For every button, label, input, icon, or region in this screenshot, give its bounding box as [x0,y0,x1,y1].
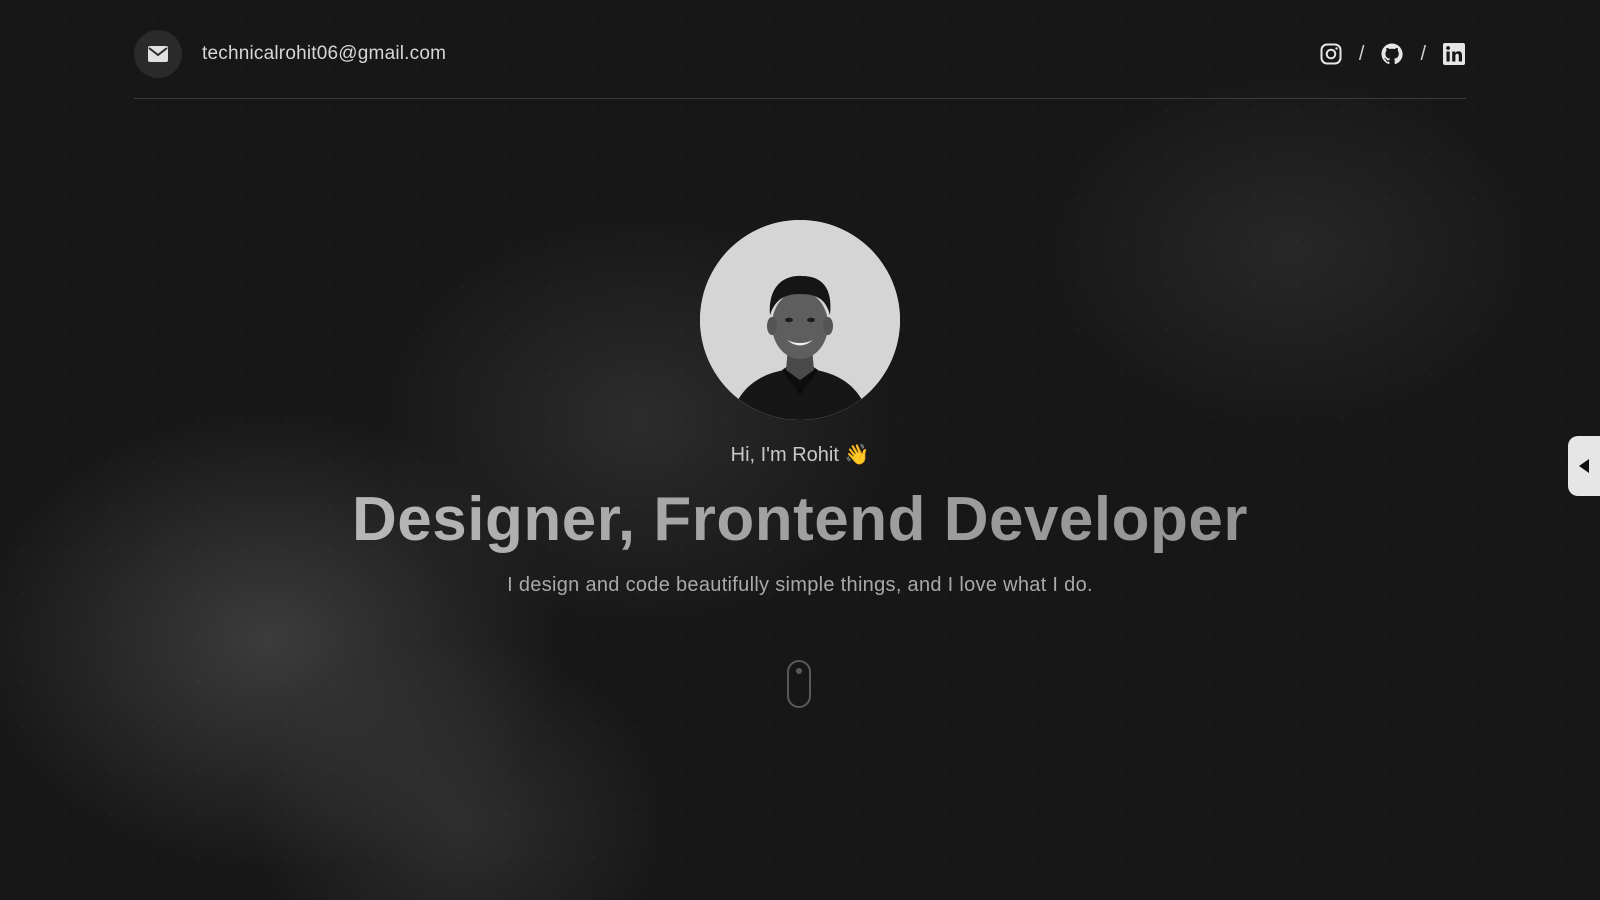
instagram-link[interactable] [1319,42,1343,66]
email-link[interactable]: technicalrohit06@gmail.com [202,43,446,65]
side-panel-toggle[interactable] [1568,436,1600,496]
social-links: / / [1319,42,1466,66]
github-link[interactable] [1380,42,1404,66]
profile-photo [700,220,900,420]
linkedin-icon [1443,43,1465,65]
scroll-down-indicator[interactable] [787,660,811,708]
hero-title: Designer, Frontend Developer [0,484,1600,555]
top-header: technicalrohit06@gmail.com / / [134,30,1466,99]
linkedin-link[interactable] [1442,42,1466,66]
envelope-icon [148,46,168,62]
separator: / [1358,42,1365,65]
github-icon [1381,43,1404,65]
person-portrait [700,220,900,420]
hero-subtitle: I design and code beautifully simple thi… [507,574,1093,596]
page: technicalrohit06@gmail.com / / Hi, I'm R… [0,0,1600,900]
mail-button[interactable] [134,30,182,78]
separator: / [1420,42,1426,65]
instagram-icon [1320,43,1342,65]
mouse-wheel-icon [796,668,802,674]
caret-left-icon [1579,459,1589,473]
greeting-text: Hi, I'm Rohit 👋 [730,444,870,466]
